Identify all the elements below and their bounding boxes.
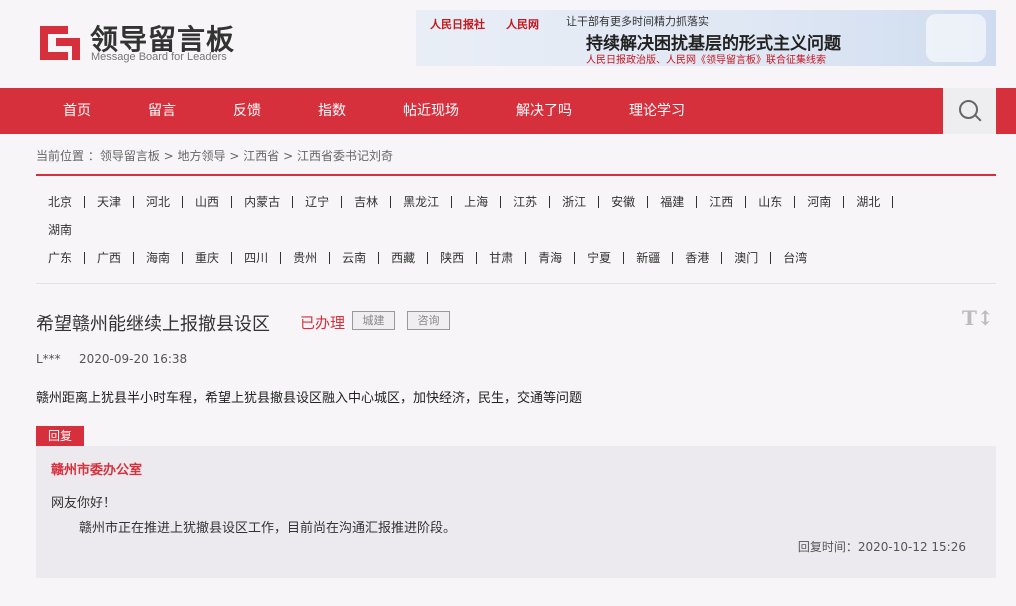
banner-line-3: 人民日报政治版、人民网《领导留言板》联合征集线索 [586,55,826,66]
region-link[interactable]: 四川 [232,252,282,264]
region-link[interactable]: 河北 [134,196,184,208]
region-link[interactable]: 安徽 [599,196,649,208]
nav-item-live[interactable]: 帖近现场 [403,88,459,134]
breadcrumb-link-leader[interactable]: 江西省委书记刘奇 [297,149,393,163]
region-link[interactable]: 重庆 [183,252,233,264]
breadcrumb-separator: > [159,149,178,163]
region-list-row-2: 湖南 [36,223,84,237]
region-link[interactable]: 福建 [648,196,698,208]
site-logo-subtitle: Message Board for Leaders [91,51,227,63]
divider [36,174,996,176]
banner-logo-people-cn: 人民网 [506,18,539,31]
region-link[interactable]: 澳门 [722,252,772,264]
promo-banner[interactable]: 人民日报社 人民网 让干部有更多时间精力抓落实 持续解决困扰基层的形式主义问题 … [416,10,996,66]
reply-greeting: 网友你好！ [51,496,117,511]
region-link[interactable]: 山西 [183,196,233,208]
region-link[interactable]: 青海 [526,252,576,264]
breadcrumb-link-home[interactable]: 领导留言板 [100,149,160,163]
region-link[interactable]: 内蒙古 [232,196,294,208]
region-link[interactable]: 宁夏 [575,252,625,264]
region-link[interactable]: 陕西 [428,252,478,264]
region-link[interactable]: 广西 [85,252,135,264]
region-link[interactable]: 海南 [134,252,184,264]
region-link[interactable]: 吉林 [342,196,392,208]
region-link[interactable]: 上海 [452,196,502,208]
region-link[interactable]: 广东 [36,252,86,264]
divider [36,283,996,284]
search-button[interactable] [943,88,996,134]
region-link[interactable]: 湖南 [36,224,84,236]
reply-time: 回复时间：2020-10-12 15:26 [797,540,966,554]
reply-panel: 赣州市委办公室 网友你好！ 赣州市正在推进上犹撤县设区工作，目前尚在沟通汇报推进… [36,446,996,578]
region-list-row-3: 广东 广西 海南 重庆 四川 贵州 云南 西藏 陕西 甘肃 青海 宁夏 新疆 香港 澳门 台湾 [36,251,819,265]
status-badge: 已办理 [300,314,346,332]
region-link[interactable]: 河南 [795,196,845,208]
region-link[interactable]: 西藏 [379,252,429,264]
breadcrumb: 当前位置 ：领导留言板 > 地方领导 > 江西省 > 江西省委书记刘奇 [36,147,393,164]
region-link[interactable]: 新疆 [624,252,674,264]
message-time: 2020-09-20 16:38 [79,352,188,366]
breadcrumb-separator: > [279,149,297,163]
region-link[interactable]: 北京 [36,196,86,208]
site-header: 领导留言板 Message Board for Leaders 人民日报社 人民… [0,0,1016,88]
message-title: 希望赣州能继续上报撤县设区 [36,314,270,335]
nav-item-home[interactable]: 首页 [63,88,91,134]
region-link[interactable]: 江西 [697,196,747,208]
region-link[interactable]: 天津 [85,196,135,208]
region-link[interactable]: 台湾 [771,252,819,264]
nav-item-solved[interactable]: 解决了吗 [516,88,572,134]
region-link[interactable]: 甘肃 [477,252,527,264]
logo-icon[interactable] [38,22,82,62]
breadcrumb-link-province[interactable]: 江西省 [243,149,279,163]
region-link[interactable]: 辽宁 [293,196,343,208]
region-link[interactable]: 浙江 [550,196,600,208]
message-author: L*** [36,352,61,366]
region-link[interactable]: 湖北 [844,196,894,208]
tag-category[interactable]: 城建 [352,311,395,330]
region-link[interactable]: 江苏 [501,196,551,208]
font-size-toggle-icon[interactable]: T↕ [962,306,994,330]
banner-decoration [926,14,986,62]
region-list-row-1: 北京 天津 河北 山西 内蒙古 辽宁 吉林 黑龙江 上海 江苏 浙江 安徽 福建 江西 山东 河南 湖北 [36,195,894,209]
nav-item-theory[interactable]: 理论学习 [629,88,685,134]
banner-line-1: 让干部有更多时间精力抓落实 [566,15,709,28]
banner-logo-peoples-daily: 人民日报社 [430,18,485,31]
region-link[interactable]: 香港 [673,252,723,264]
reply-content: 赣州市正在推进上犹撤县设区工作，目前尚在沟通汇报推进阶段。 [79,521,457,536]
nav-item-index[interactable]: 指数 [318,88,346,134]
reply-label: 回复 [36,426,84,446]
main-nav: 首页 留言 反馈 指数 帖近现场 解决了吗 理论学习 [0,88,1016,134]
tag-type[interactable]: 咨询 [407,311,450,330]
message-body: 赣州距离上犹县半小时车程，希望上犹县撤县设区融入中心城区，加快经济，民生，交通等… [36,391,583,406]
region-link[interactable]: 贵州 [281,252,331,264]
breadcrumb-link-local[interactable]: 地方领导 [178,149,226,163]
reply-organization: 赣州市委办公室 [51,463,143,478]
region-link[interactable]: 云南 [330,252,380,264]
breadcrumb-separator: > [225,149,244,163]
nav-item-feedback[interactable]: 反馈 [233,88,261,134]
region-link[interactable]: 黑龙江 [391,196,453,208]
region-link[interactable]: 山东 [746,196,796,208]
breadcrumb-prefix: 当前位置 ： [36,149,100,163]
nav-item-message[interactable]: 留言 [148,88,176,134]
